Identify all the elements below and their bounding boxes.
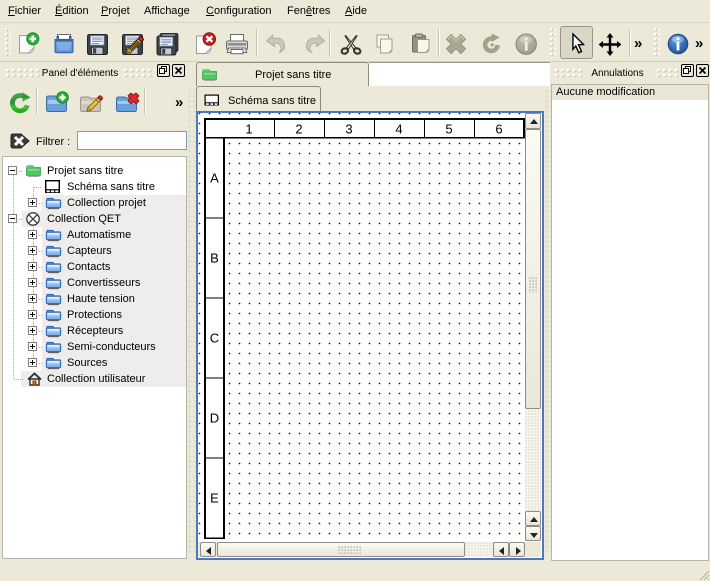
svg-text:C: C	[210, 330, 219, 345]
svg-text:1: 1	[245, 121, 252, 136]
svg-text:6: 6	[495, 121, 502, 136]
svg-text:E: E	[210, 490, 219, 505]
svg-text:3: 3	[345, 121, 352, 136]
svg-text:2: 2	[295, 121, 302, 136]
svg-text:D: D	[210, 410, 219, 425]
svg-text:A: A	[210, 170, 219, 185]
svg-text:5: 5	[445, 121, 452, 136]
svg-text:4: 4	[395, 121, 402, 136]
svg-text:B: B	[210, 250, 219, 265]
